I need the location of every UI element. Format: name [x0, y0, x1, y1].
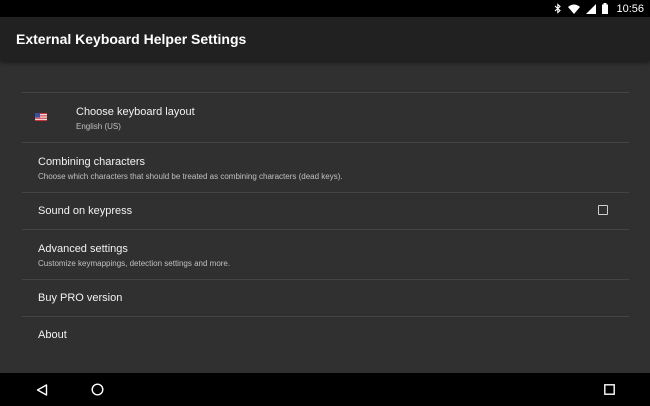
setting-title: Sound on keypress — [38, 205, 133, 217]
status-clock: 10:56 — [616, 2, 644, 15]
setting-buy-pro[interactable]: Buy PRO version — [22, 280, 629, 317]
setting-title: About — [38, 329, 67, 341]
setting-sound-on-keypress[interactable]: Sound on keypress — [22, 193, 629, 230]
recents-button[interactable] — [589, 373, 629, 406]
bluetooth-icon — [555, 3, 562, 14]
setting-summary: Customize keymappings, detection setting… — [38, 259, 231, 268]
setting-combining-characters[interactable]: Combining characters Choose which charac… — [22, 143, 629, 193]
signal-icon — [586, 3, 597, 14]
setting-title: Advanced settings — [38, 243, 128, 255]
status-icons: 10:56 — [554, 0, 644, 17]
screen: 10:56 External Keyboard Helper Settings … — [0, 0, 650, 406]
setting-title: Buy PRO version — [38, 292, 123, 304]
setting-title: Choose keyboard layout — [76, 106, 195, 118]
setting-keyboard-layout[interactable]: Choose keyboard layout English (US) — [22, 93, 629, 143]
home-button[interactable] — [77, 373, 117, 406]
setting-summary: Choose which characters that should be t… — [38, 172, 343, 181]
back-button[interactable] — [22, 373, 62, 406]
setting-about[interactable]: About — [22, 317, 629, 354]
battery-icon — [602, 3, 609, 14]
app-title: External Keyboard Helper Settings — [16, 31, 247, 47]
us-flag-icon — [35, 113, 47, 121]
setting-summary: English (US) — [76, 122, 121, 131]
recents-icon — [603, 384, 615, 395]
app-bar: External Keyboard Helper Settings — [0, 17, 650, 61]
home-icon — [90, 383, 104, 396]
navigation-bar — [0, 373, 650, 406]
back-icon — [36, 383, 48, 396]
wifi-icon — [568, 4, 581, 14]
setting-title: Combining characters — [38, 156, 145, 168]
settings-list: Choose keyboard layout English (US) Comb… — [22, 92, 629, 354]
setting-advanced-settings[interactable]: Advanced settings Customize keymappings,… — [22, 230, 629, 280]
status-bar: 10:56 — [0, 0, 650, 17]
sound-checkbox[interactable] — [598, 205, 608, 215]
